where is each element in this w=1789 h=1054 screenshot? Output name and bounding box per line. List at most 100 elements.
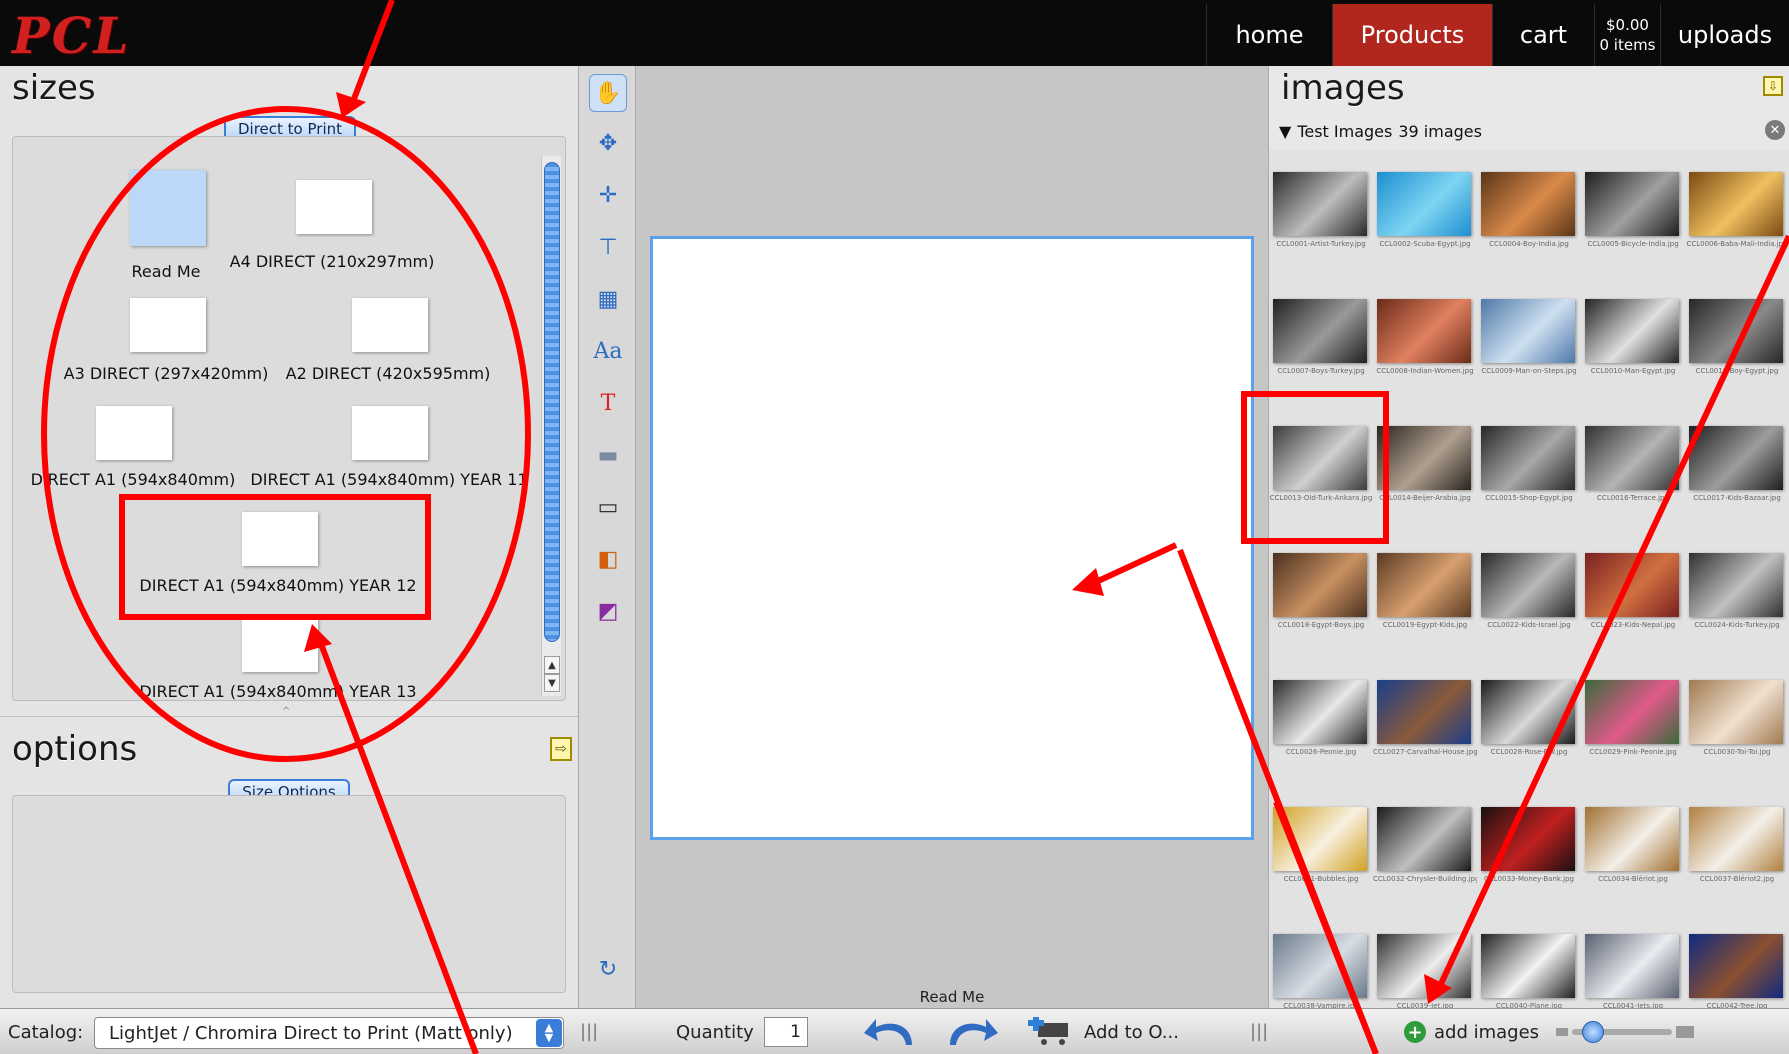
export-icon[interactable]: ⇨	[550, 737, 572, 761]
print-canvas[interactable]	[650, 236, 1254, 840]
size-item-direct-a1-year-11[interactable]: DIRECT A1 (594x840mm) YEAR 11	[246, 406, 532, 496]
text-color-tool-icon[interactable]: T	[589, 384, 627, 422]
color-tool-icon[interactable]: ◧	[589, 540, 627, 578]
size-item-a2-direct[interactable]: A2 DIRECT (420x595mm)	[278, 298, 498, 388]
image-thumbnail[interactable]: CCL0024-Kids-Turkey.jpg	[1685, 531, 1789, 658]
image-thumbnail[interactable]: CCL0017-Kids-Bazaar.jpg	[1685, 404, 1789, 531]
slider-knob[interactable]	[1582, 1021, 1604, 1043]
crosshair-tool-icon[interactable]: ✛	[589, 176, 627, 214]
thumbnail-size-slider[interactable]	[1556, 1009, 1694, 1054]
image-thumbnail-label: CCL0006-Baba-Mali-India.jpg	[1686, 240, 1788, 248]
image-thumbnail[interactable]: CCL0027-Carvalhal-House.jpg	[1373, 658, 1477, 785]
size-item-a3-direct[interactable]: A3 DIRECT (297x420mm)	[56, 298, 276, 388]
size-thumbnail	[296, 180, 372, 234]
image-thumbnail[interactable]: CCL0030-Toi-Toi.jpg	[1685, 658, 1789, 785]
catalog-select[interactable]: LightJet / Chromira Direct to Print (Mat…	[94, 1017, 564, 1049]
image-thumbnail[interactable]: CCL0032-Chrysler-Building.jpg	[1373, 785, 1477, 912]
nav-cart[interactable]: cart	[1492, 4, 1594, 66]
image-thumbnail[interactable]: CCL0008-Indian-Women.jpg	[1373, 277, 1477, 404]
add-images-button[interactable]: + add images	[1404, 1009, 1539, 1054]
image-thumbnail[interactable]: CCL0022-Kids-Israel.jpg	[1477, 531, 1581, 658]
image-thumbnail-photo	[1585, 299, 1679, 363]
size-item-a4-direct[interactable]: A4 DIRECT (210x297mm)	[222, 180, 442, 280]
disclosure-triangle-icon[interactable]: ▼	[1279, 122, 1291, 141]
close-icon[interactable]: ✕	[1765, 120, 1785, 140]
image-thumbnail-photo	[1481, 934, 1575, 998]
image-thumbnail-label: CCL0037-Blériot2.jpg	[1699, 875, 1775, 883]
image-thumbnail-label: CCL0023-Kids-Nepal.jpg	[1590, 621, 1676, 629]
scroll-up-icon[interactable]: ▲	[544, 656, 560, 674]
quantity-input[interactable]: 1	[764, 1017, 808, 1047]
size-thumbnail	[352, 298, 428, 352]
image-thumbnail[interactable]: CCL0007-Boys-Turkey.jpg	[1269, 277, 1373, 404]
image-thumbnail[interactable]: CCL0001-Artist-Turkey.jpg	[1269, 150, 1373, 277]
image-thumbnail[interactable]: CCL0015-Shop-Egypt.jpg	[1477, 404, 1581, 531]
image-thumbnail[interactable]: CCL0004-Boy-India.jpg	[1477, 150, 1581, 277]
image-thumbnail-label: CCL0009-Man-on-Steps.jpg	[1481, 367, 1577, 375]
nav-products[interactable]: Products	[1332, 4, 1492, 66]
gradient-tool-icon[interactable]: ◩	[589, 592, 627, 630]
image-thumbnail[interactable]: CCL0011-Boy-Egypt.jpg	[1685, 277, 1789, 404]
select-arrows-icon[interactable]: ▲ ▼	[536, 1019, 562, 1047]
image-thumbnail[interactable]: CCL0019-Egypt-Kids.jpg	[1373, 531, 1477, 658]
image-thumbnail[interactable]: CCL0029-Pink-Peonie.jpg	[1581, 658, 1685, 785]
cart-summary[interactable]: $0.00 0 items	[1594, 4, 1660, 66]
text-crosshair-tool-icon[interactable]: ⊤	[589, 228, 627, 266]
image-thumbnail-photo	[1481, 426, 1575, 490]
catalog-label: Catalog:	[8, 1021, 84, 1043]
nav-uploads[interactable]: uploads	[1660, 4, 1789, 66]
hand-tool-icon[interactable]: ✋	[589, 74, 627, 112]
image-thumbnail-label: CCL0013-Old-Turk-Ankara.jpg	[1269, 494, 1373, 502]
image-thumbnail-photo	[1585, 426, 1679, 490]
frame-tool-icon[interactable]: ▭	[589, 488, 627, 526]
image-thumbnail[interactable]: CCL0018-Egypt-Boys.jpg	[1269, 531, 1373, 658]
image-group-header[interactable]: ▼ Test Images 39 images	[1269, 116, 1789, 146]
image-thumbnail-photo	[1377, 807, 1471, 871]
image-thumbnail[interactable]: CCL0009-Man-on-Steps.jpg	[1477, 277, 1581, 404]
font-tool-icon[interactable]: Aa	[589, 332, 627, 370]
size-label: DIRECT A1 (594x840mm) YEAR 12	[139, 576, 417, 595]
image-thumbnail-label: CCL0033-Money-Bank.jpg	[1483, 875, 1574, 883]
canvas-caption: Read Me	[919, 988, 985, 1006]
image-thumbnail[interactable]: CCL0028-Rose-BW.jpg	[1477, 658, 1581, 785]
image-thumbnail-photo	[1273, 934, 1367, 998]
size-item-direct-a1[interactable]: DIRECT A1 (594x840mm)	[30, 406, 236, 496]
grid-tool-icon[interactable]: ▦	[589, 280, 627, 318]
refresh-icon[interactable]: ↻	[589, 950, 627, 988]
image-thumbnail[interactable]: CCL0037-Blériot2.jpg	[1685, 785, 1789, 912]
size-item-read-me[interactable]: Read Me	[110, 170, 222, 290]
image-thumbnail[interactable]: CCL0013-Old-Turk-Ankara.jpg	[1269, 404, 1373, 531]
sizes-scrollbar[interactable]: ▲ ▼	[541, 156, 561, 696]
image-thumbnail[interactable]: CCL0026-Peonie.jpg	[1269, 658, 1373, 785]
pcl-logo[interactable]: PCL	[12, 6, 131, 65]
image-thumbnail-label: CCL0004-Boy-India.jpg	[1489, 240, 1569, 248]
sizes-scroll-thumb[interactable]	[544, 162, 560, 642]
undo-icon[interactable]	[862, 1009, 918, 1054]
image-thumbnail[interactable]: CCL0010-Man-Egypt.jpg	[1581, 277, 1685, 404]
download-icon[interactable]: ⇩	[1763, 76, 1783, 96]
add-to-order-button[interactable]: Add to O...	[1028, 1009, 1179, 1054]
image-thumbnail[interactable]: CCL0005-Bicycle-India.jpg	[1581, 150, 1685, 277]
image-thumbnail[interactable]: CCL0006-Baba-Mali-India.jpg	[1685, 150, 1789, 277]
move-tool-icon[interactable]: ✥	[589, 124, 627, 162]
image-thumbnail[interactable]: CCL0023-Kids-Nepal.jpg	[1581, 531, 1685, 658]
scroll-down-icon[interactable]: ▼	[544, 674, 560, 692]
bottom-toolbar: Catalog: LightJet / Chromira Direct to P…	[0, 1008, 1789, 1054]
size-item-direct-a1-year-13[interactable]: DIRECT A1 (594x840mm) YEAR 13	[132, 618, 424, 700]
image-thumbnail[interactable]: CCL0002-Scuba-Egypt.jpg	[1373, 150, 1477, 277]
image-thumbnail[interactable]: CCL0031-Bubbles.jpg	[1269, 785, 1373, 912]
image-thumbnail[interactable]: CCL0014-Beijer-Arabia.jpg	[1373, 404, 1477, 531]
image-thumbnail-photo	[1377, 299, 1471, 363]
image-thumbnail[interactable]: CCL0033-Money-Bank.jpg	[1477, 785, 1581, 912]
nav-home[interactable]: home	[1206, 4, 1332, 66]
redo-icon[interactable]	[944, 1009, 1000, 1054]
image-thumbnail-label: CCL0032-Chrysler-Building.jpg	[1373, 875, 1477, 883]
image-thumbnail-photo	[1585, 553, 1679, 617]
image-thumbnail-label: CCL0026-Peonie.jpg	[1285, 748, 1357, 756]
image-thumbnail[interactable]: CCL0034-Blériot.jpg	[1581, 785, 1685, 912]
slider-track[interactable]	[1572, 1021, 1672, 1043]
image-thumbnail-photo	[1481, 807, 1575, 871]
size-item-direct-a1-year-12[interactable]: DIRECT A1 (594x840mm) YEAR 12	[132, 512, 424, 602]
image-thumbnail[interactable]: CCL0016-Terrace.jpg	[1581, 404, 1685, 531]
image-tool-icon[interactable]: ▬	[589, 436, 627, 474]
